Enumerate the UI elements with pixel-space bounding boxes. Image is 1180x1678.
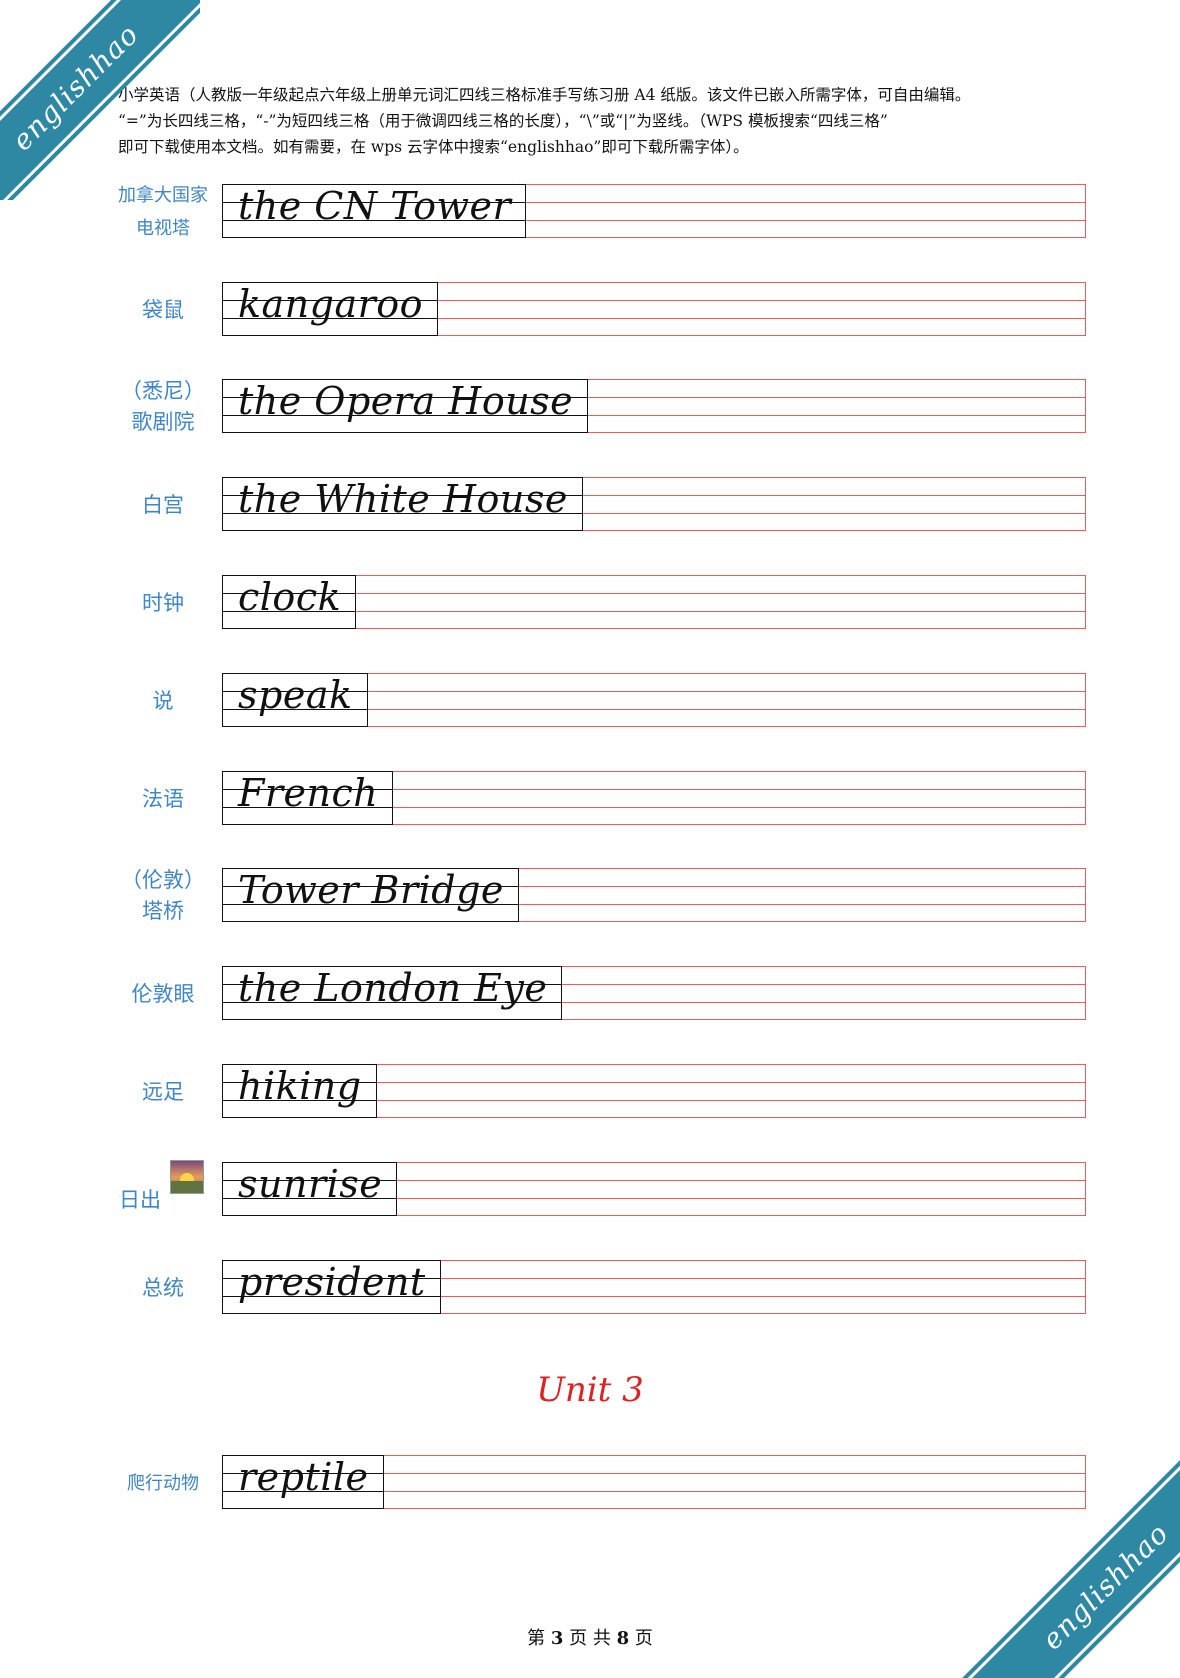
word-box: sunrise [222,1162,398,1216]
current-page-number: 3 [550,1628,564,1649]
vocab-row: 时钟 clock [0,575,1180,631]
english-word: the CN Tower [238,184,512,228]
watermark-ribbon-bottom-right: englishhao [960,1458,1180,1678]
english-word: speak [238,673,353,717]
english-word: Tower Bridge [238,868,504,912]
intro-line-1: 小学英语（人教版一年级起点六年级上册单元词汇四线三格标准手写练习册 A4 纸版。… [118,86,971,104]
chinese-label: 伦敦眼 [131,981,195,1006]
english-word: kangaroo [238,282,424,326]
word-box: the White House [222,477,583,531]
vocab-row: 白宫 the White House [0,477,1180,533]
english-word: hiking [238,1064,362,1108]
english-word: president [238,1260,426,1304]
footer-middle: 页 共 [569,1628,611,1649]
footer-prefix: 第 [527,1628,546,1649]
vocab-row: 法语 French [0,771,1180,827]
word-box: speak [222,673,368,727]
chinese-label: 袋鼠 [142,297,184,322]
english-word: reptile [238,1455,369,1499]
word-box: kangaroo [222,282,439,336]
chinese-label: 法语 [142,786,184,811]
vocab-row: 远足 hiking [0,1064,1180,1120]
chinese-label: 加拿大国家 电视塔 [118,185,208,239]
vocab-row: 袋鼠 kangaroo [0,282,1180,338]
word-box: president [222,1260,441,1314]
word-box: hiking [222,1064,377,1118]
english-word: French [238,771,379,815]
english-word: the White House [238,477,568,521]
chinese-label: 远足 [142,1079,184,1104]
word-box: Tower Bridge [222,868,519,922]
intro-line-2: “=”为长四线三格，“-”为短四线三格（用于微调四线三格的长度），“\”或“|”… [118,112,888,130]
vocab-row: 说 speak [0,673,1180,729]
unit-heading: Unit 3 [536,1370,644,1410]
chinese-label: 白宫 [142,492,184,517]
chinese-label: 总统 [142,1275,184,1300]
vocab-row: 日出 sunrise [0,1160,1180,1218]
vocab-row: 伦敦眼 the London Eye [0,966,1180,1022]
word-box: the CN Tower [222,184,527,238]
sunrise-icon [170,1160,204,1194]
word-box: clock [222,575,357,629]
total-page-count: 8 [616,1628,630,1649]
word-box: French [222,771,394,825]
chinese-label: 说 [152,688,174,713]
intro-paragraph: 小学英语（人教版一年级起点六年级上册单元词汇四线三格标准手写练习册 A4 纸版。… [118,82,1088,160]
vocab-row: 加拿大国家 电视塔 the CN Tower [0,184,1180,240]
word-box: the Opera House [222,379,589,433]
vocab-row: （悉尼） 歌剧院 the Opera House [0,379,1180,435]
chinese-label: 爬行动物 [127,1472,199,1494]
english-word: sunrise [238,1162,383,1206]
chinese-label: 时钟 [142,590,184,615]
vocab-row: （伦敦） 塔桥 Tower Bridge [0,868,1180,924]
intro-line-3: 即可下载使用本文档。如有需要，在 wps 云字体中搜索“englishhao”即… [118,138,749,156]
watermark-text: englishhao [1035,1516,1175,1656]
english-word: the London Eye [238,966,548,1010]
word-box: the London Eye [222,966,563,1020]
english-word: the Opera House [238,379,574,423]
english-word: clock [238,575,342,619]
word-box: reptile [222,1455,384,1509]
footer-suffix: 页 [634,1628,653,1649]
vocab-row: 总统 president [0,1260,1180,1316]
chinese-label: （悉尼） 歌剧院 [121,379,205,434]
chinese-label: （伦敦） 塔桥 [121,868,205,923]
